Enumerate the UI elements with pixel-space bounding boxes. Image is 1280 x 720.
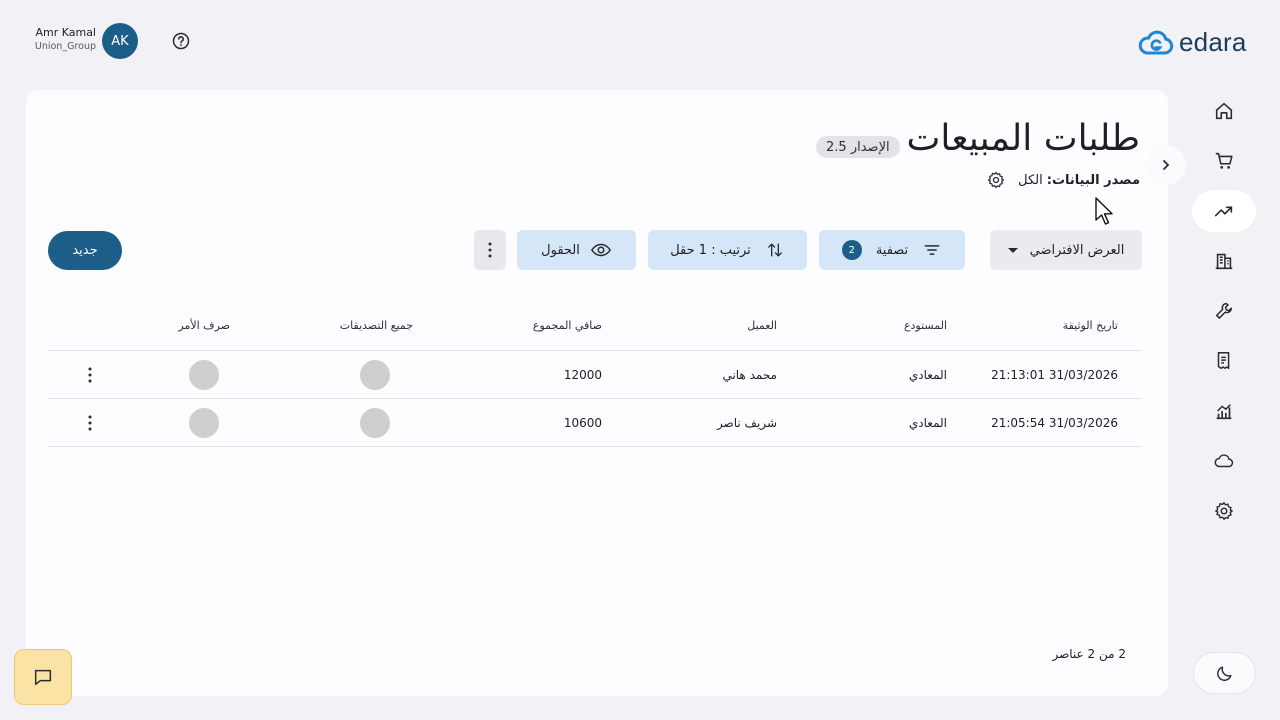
order-dispatch-cell xyxy=(189,351,219,398)
side-nav xyxy=(1192,90,1256,540)
data-source-settings-icon[interactable] xyxy=(986,170,1006,190)
approvals-cell xyxy=(360,351,390,398)
chat-button[interactable] xyxy=(14,649,72,705)
pagination-info: 2 من 2 عناصر xyxy=(1052,647,1126,661)
column-header[interactable]: العميل xyxy=(747,300,777,350)
sort-icon xyxy=(767,243,782,257)
eye-icon xyxy=(590,243,611,257)
more-vertical-icon xyxy=(488,242,492,258)
data-source: مصدر البيانات: الكل xyxy=(986,170,1140,190)
cloud-icon xyxy=(1214,454,1234,468)
filter-icon xyxy=(924,245,940,255)
data-source-label: مصدر البيانات: xyxy=(1046,172,1140,188)
more-vertical-icon xyxy=(88,415,92,430)
avatar[interactable]: AK xyxy=(102,23,138,59)
more-vertical-icon xyxy=(88,367,92,382)
row-menu-button[interactable] xyxy=(78,351,102,398)
building-icon xyxy=(1215,253,1233,270)
mouse-cursor-icon xyxy=(1095,197,1113,225)
user-name: Amr Kamal xyxy=(35,26,96,39)
help-icon[interactable] xyxy=(171,31,191,51)
wrench-icon xyxy=(1215,302,1232,319)
filter-count-badge: 2 xyxy=(841,240,862,260)
warehouse-cell: المعادي xyxy=(908,367,947,382)
dispatch-status-indicator xyxy=(189,407,219,438)
cart-icon xyxy=(1215,152,1233,169)
column-header[interactable]: تاريخ الوثيقة xyxy=(1063,300,1118,350)
caret-down-icon xyxy=(1007,247,1018,253)
total-cell: 12000 xyxy=(563,367,602,382)
nav-home[interactable] xyxy=(1192,90,1256,132)
logo-text: edara xyxy=(1179,27,1247,57)
cloud-logo-icon xyxy=(1138,30,1174,54)
view-select[interactable]: العرض الافتراضي xyxy=(990,230,1142,270)
moon-icon xyxy=(1216,666,1232,681)
settings-icon xyxy=(1215,502,1233,520)
nav-sales-cart[interactable] xyxy=(1192,140,1256,182)
table-header: تاريخ الوثيقة المستودع العميل صافي المجم… xyxy=(48,300,1142,351)
dispatch-status-indicator xyxy=(189,359,219,390)
sales-orders-table: تاريخ الوثيقة المستودع العميل صافي المجم… xyxy=(48,300,1142,447)
nav-tools[interactable] xyxy=(1192,290,1256,332)
more-options-button[interactable] xyxy=(474,230,506,270)
receipt-icon xyxy=(1217,352,1230,370)
nav-organization[interactable] xyxy=(1192,240,1256,282)
nav-sales[interactable] xyxy=(1192,190,1256,232)
column-header[interactable]: صافي المجموع xyxy=(533,300,602,350)
nav-reports[interactable] xyxy=(1192,390,1256,432)
filter-label: تصفية xyxy=(875,242,909,258)
order-dispatch-cell xyxy=(189,399,219,446)
approval-status-indicator xyxy=(360,359,390,390)
fields-button[interactable]: الحقول xyxy=(517,230,636,270)
nav-settings[interactable] xyxy=(1192,490,1256,532)
sort-label: ترتيب : 1 حقل xyxy=(670,242,751,258)
new-button[interactable]: جديد xyxy=(48,231,122,270)
approval-status-indicator xyxy=(360,407,390,438)
warehouse-cell: المعادي xyxy=(908,415,947,430)
total-cell: 10600 xyxy=(563,415,602,430)
column-header[interactable]: صرف الأمر xyxy=(178,300,230,350)
date-cell: 31/03/2026 21:13:01 xyxy=(991,367,1118,382)
theme-toggle[interactable] xyxy=(1193,652,1256,694)
table-row[interactable]: 31/03/2026 21:05:54 المعادي شريف ناصر 10… xyxy=(48,399,1142,447)
view-label: العرض الافتراضي xyxy=(1029,242,1125,258)
column-header[interactable]: المستودع xyxy=(904,300,947,350)
filter-button[interactable]: تصفية 2 xyxy=(819,230,965,270)
home-icon xyxy=(1215,102,1233,120)
analytics-icon xyxy=(1216,404,1232,420)
approvals-cell xyxy=(360,399,390,446)
table-row[interactable]: 31/03/2026 21:13:01 المعادي محمد هاني 12… xyxy=(48,351,1142,399)
edara-logo: edara xyxy=(1138,27,1247,58)
data-source-value: الكل xyxy=(1018,172,1043,188)
chevron-right-icon xyxy=(1163,160,1170,170)
trending-up-icon xyxy=(1214,206,1233,217)
client-cell: شريف ناصر xyxy=(716,415,777,430)
user-info[interactable]: Amr Kamal Union_Group xyxy=(32,26,96,54)
nav-cloud[interactable] xyxy=(1192,440,1256,482)
client-cell: محمد هاني xyxy=(722,367,777,382)
chat-icon xyxy=(34,669,52,686)
column-header[interactable]: جميع التصديقات xyxy=(340,300,413,350)
date-cell: 31/03/2026 21:05:54 xyxy=(991,415,1118,430)
collapse-nav-button[interactable] xyxy=(1146,145,1186,185)
nav-accounting[interactable] xyxy=(1192,340,1256,382)
row-menu-button[interactable] xyxy=(78,399,102,446)
sort-button[interactable]: ترتيب : 1 حقل xyxy=(648,230,807,270)
page-title: طلبات المبيعات xyxy=(906,118,1140,159)
version-badge: الإصدار 2.5 xyxy=(816,136,900,158)
fields-label: الحقول xyxy=(541,242,580,258)
user-group: Union_Group xyxy=(34,41,96,52)
